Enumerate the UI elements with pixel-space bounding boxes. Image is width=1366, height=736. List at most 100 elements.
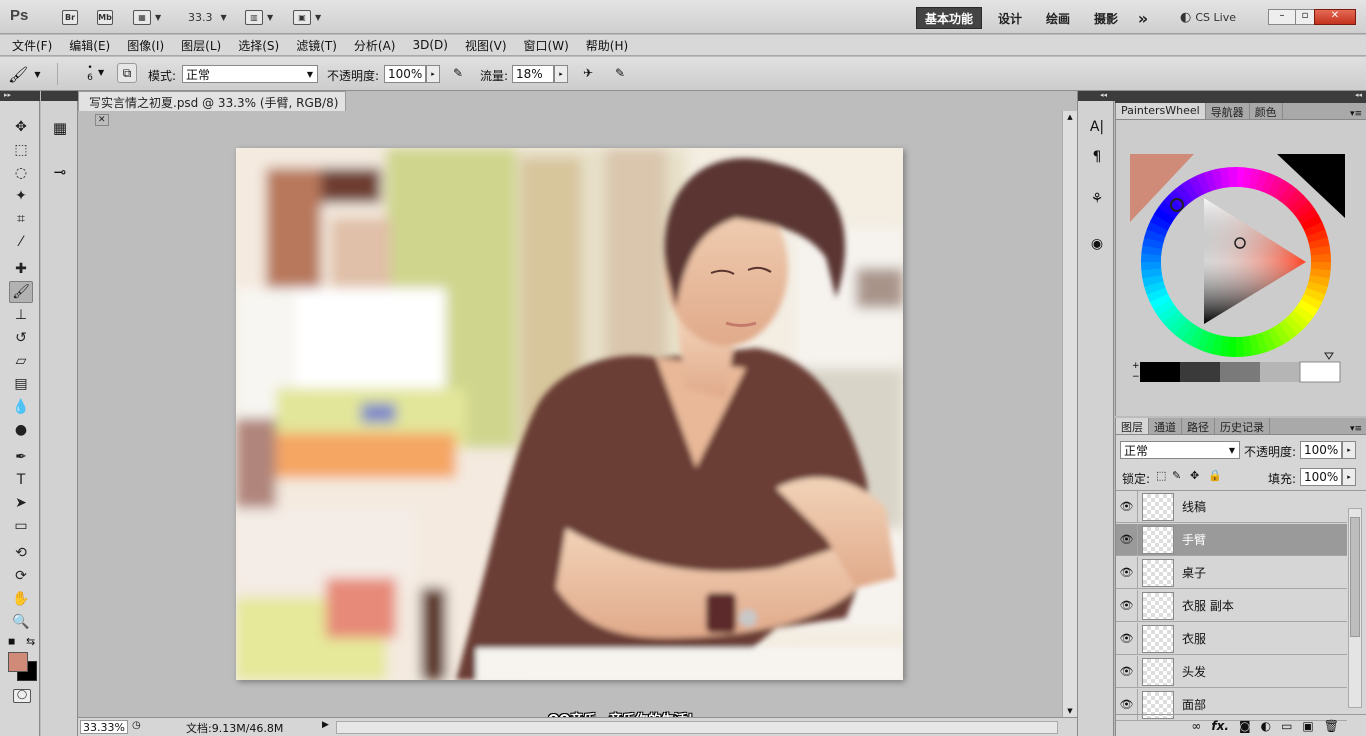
- 3d-rotate-tool-icon[interactable]: ⟲: [9, 542, 33, 564]
- layer-opacity-input[interactable]: 100%: [1300, 441, 1342, 459]
- workspace-design[interactable]: 设计: [990, 7, 1030, 29]
- shape-tool-icon[interactable]: ▭: [9, 515, 33, 537]
- eyedropper-tool-icon[interactable]: ⁄: [9, 231, 33, 253]
- maximize-button[interactable]: ▫: [1295, 9, 1315, 25]
- status-info-icon[interactable]: ◷: [132, 720, 141, 731]
- visibility-eye-icon[interactable]: 👁: [1116, 655, 1138, 688]
- workspace-essentials[interactable]: 基本功能: [916, 7, 982, 29]
- flow-input[interactable]: 18%: [512, 65, 554, 83]
- character-panel-icon[interactable]: A|: [1086, 119, 1108, 139]
- layer-row[interactable]: 👁 桌子: [1116, 556, 1347, 589]
- zoom-level-dropdown[interactable]: 33.3 ▼: [188, 8, 227, 26]
- menu-file[interactable]: 文件(F): [12, 37, 52, 54]
- tool-preset-picker[interactable]: 🖌 ▼: [8, 63, 58, 85]
- visibility-eye-icon[interactable]: 👁: [1116, 589, 1138, 622]
- arrange-documents-button[interactable]: ▥ ▼: [245, 8, 273, 26]
- tab-navigator[interactable]: 导航器: [1206, 103, 1250, 119]
- clone-source-panel-icon[interactable]: ⚘: [1086, 191, 1108, 211]
- layer-row[interactable]: 👁 线稿: [1116, 490, 1347, 523]
- layer-row[interactable]: 👁 衣服 副本: [1116, 589, 1347, 622]
- close-document-icon[interactable]: ✕: [95, 114, 109, 126]
- healing-brush-tool-icon[interactable]: ✚: [9, 258, 33, 280]
- visibility-eye-icon[interactable]: 👁: [1116, 490, 1138, 523]
- 3d-panel-icon[interactable]: ◉: [1086, 236, 1108, 256]
- menu-help[interactable]: 帮助(H): [586, 37, 628, 54]
- history-brush-tool-icon[interactable]: ↺: [9, 327, 33, 349]
- workspace-photography[interactable]: 摄影: [1086, 7, 1126, 29]
- cs-live-button[interactable]: ◐ CS Live: [1180, 8, 1236, 26]
- workspace-painting[interactable]: 绘画: [1038, 7, 1078, 29]
- clone-stamp-tool-icon[interactable]: ⊥: [9, 304, 33, 326]
- collapse-toolbox-icon[interactable]: ▸▸: [0, 91, 40, 101]
- marquee-tool-icon[interactable]: ⬚: [9, 139, 33, 161]
- panel-menu-icon[interactable]: ▾≡: [1350, 109, 1366, 119]
- view-extras-button[interactable]: ▦ ▼: [133, 8, 161, 26]
- brush-preset-dropdown-icon[interactable]: ▼: [98, 68, 104, 77]
- visibility-eye-icon[interactable]: 👁: [1116, 556, 1138, 589]
- layer-row[interactable]: 👁 头发: [1116, 655, 1347, 688]
- quick-selection-tool-icon[interactable]: ✦: [9, 185, 33, 207]
- visibility-eye-icon[interactable]: 👁: [1116, 523, 1138, 556]
- screen-mode-button[interactable]: ▣ ▼: [293, 8, 321, 26]
- lasso-tool-icon[interactable]: ◌: [9, 162, 33, 184]
- menu-image[interactable]: 图像(I): [127, 37, 164, 54]
- brush-tool-icon[interactable]: 🖌: [9, 281, 33, 303]
- tab-channels[interactable]: 通道: [1149, 418, 1182, 434]
- tab-color[interactable]: 颜色: [1250, 103, 1283, 119]
- layer-row[interactable]: 👁 衣服: [1116, 622, 1347, 655]
- status-menu-icon[interactable]: ▶: [322, 720, 329, 730]
- lock-transparent-icon[interactable]: ⬚: [1156, 469, 1166, 482]
- menu-analysis[interactable]: 分析(A): [354, 37, 396, 54]
- link-layers-icon[interactable]: ∞: [1191, 719, 1201, 733]
- minimize-button[interactable]: –: [1268, 9, 1296, 25]
- brush-presets-panel-icon[interactable]: ⊸: [49, 163, 71, 183]
- close-window-button[interactable]: ✕: [1314, 9, 1356, 25]
- lock-position-icon[interactable]: ✥: [1190, 469, 1199, 482]
- menu-filter[interactable]: 滤镜(T): [296, 37, 337, 54]
- opacity-input[interactable]: 100%: [384, 65, 426, 83]
- document-canvas[interactable]: [236, 148, 903, 680]
- blend-mode-select[interactable]: 正常 ▼: [1120, 441, 1240, 459]
- lock-all-icon[interactable]: 🔒: [1208, 469, 1222, 482]
- mode-select[interactable]: 正常 ▼: [182, 65, 318, 83]
- blur-tool-icon[interactable]: 💧: [9, 396, 33, 418]
- paragraph-panel-icon[interactable]: ¶: [1086, 149, 1108, 169]
- zoom-field[interactable]: 33.33%: [80, 720, 128, 734]
- layers-panel-menu-icon[interactable]: ▾≡: [1350, 424, 1366, 434]
- document-tab[interactable]: 写实言情之初夏.psd @ 33.3% (手臂, RGB/8) ✕: [78, 91, 346, 126]
- opacity-slider-button[interactable]: ▸: [426, 65, 440, 83]
- tab-paths[interactable]: 路径: [1182, 418, 1215, 434]
- eraser-tool-icon[interactable]: ▱: [9, 350, 33, 372]
- flow-slider-button[interactable]: ▸: [554, 65, 568, 83]
- type-tool-icon[interactable]: T: [9, 469, 33, 491]
- adjustment-layer-icon[interactable]: ◐: [1261, 719, 1271, 733]
- tab-painterswheel[interactable]: PaintersWheel: [1116, 103, 1206, 119]
- horizontal-scrollbar[interactable]: [336, 721, 1058, 734]
- tab-history[interactable]: 历史记录: [1215, 418, 1270, 434]
- gradient-tool-icon[interactable]: ▤: [9, 373, 33, 395]
- vertical-scrollbar[interactable]: ▲ ▼: [1062, 111, 1077, 717]
- more-workspaces-icon[interactable]: »: [1133, 7, 1153, 29]
- menu-edit[interactable]: 编辑(E): [69, 37, 110, 54]
- swap-colors-icon[interactable]: ⇆: [26, 635, 35, 648]
- zoom-tool-icon[interactable]: 🔍: [9, 611, 33, 633]
- menu-view[interactable]: 视图(V): [465, 37, 507, 54]
- pen-tool-icon[interactable]: ✒: [9, 446, 33, 468]
- pressure-size-icon[interactable]: ✎: [610, 63, 630, 83]
- fill-slider-button[interactable]: ▸: [1342, 468, 1356, 486]
- visibility-eye-icon[interactable]: 👁: [1116, 622, 1138, 655]
- menu-window[interactable]: 窗口(W): [524, 37, 569, 54]
- quick-mask-icon[interactable]: ◯: [13, 689, 31, 703]
- menu-select[interactable]: 选择(S): [238, 37, 279, 54]
- layer-style-icon[interactable]: fx.: [1211, 719, 1229, 733]
- crop-tool-icon[interactable]: ⌗: [9, 208, 33, 230]
- airbrush-icon[interactable]: ✈: [578, 63, 598, 83]
- delete-layer-icon[interactable]: 🗑: [1324, 719, 1339, 733]
- foreground-color-swatch[interactable]: [8, 652, 28, 672]
- dodge-tool-icon[interactable]: ●: [9, 419, 33, 441]
- swatches-panel-icon[interactable]: ▦: [49, 119, 71, 139]
- fill-input[interactable]: 100%: [1300, 468, 1342, 486]
- lock-image-icon[interactable]: ✎: [1172, 469, 1181, 482]
- color-wheel[interactable]: + −: [1116, 121, 1366, 391]
- menu-3d[interactable]: 3D(D): [412, 38, 447, 52]
